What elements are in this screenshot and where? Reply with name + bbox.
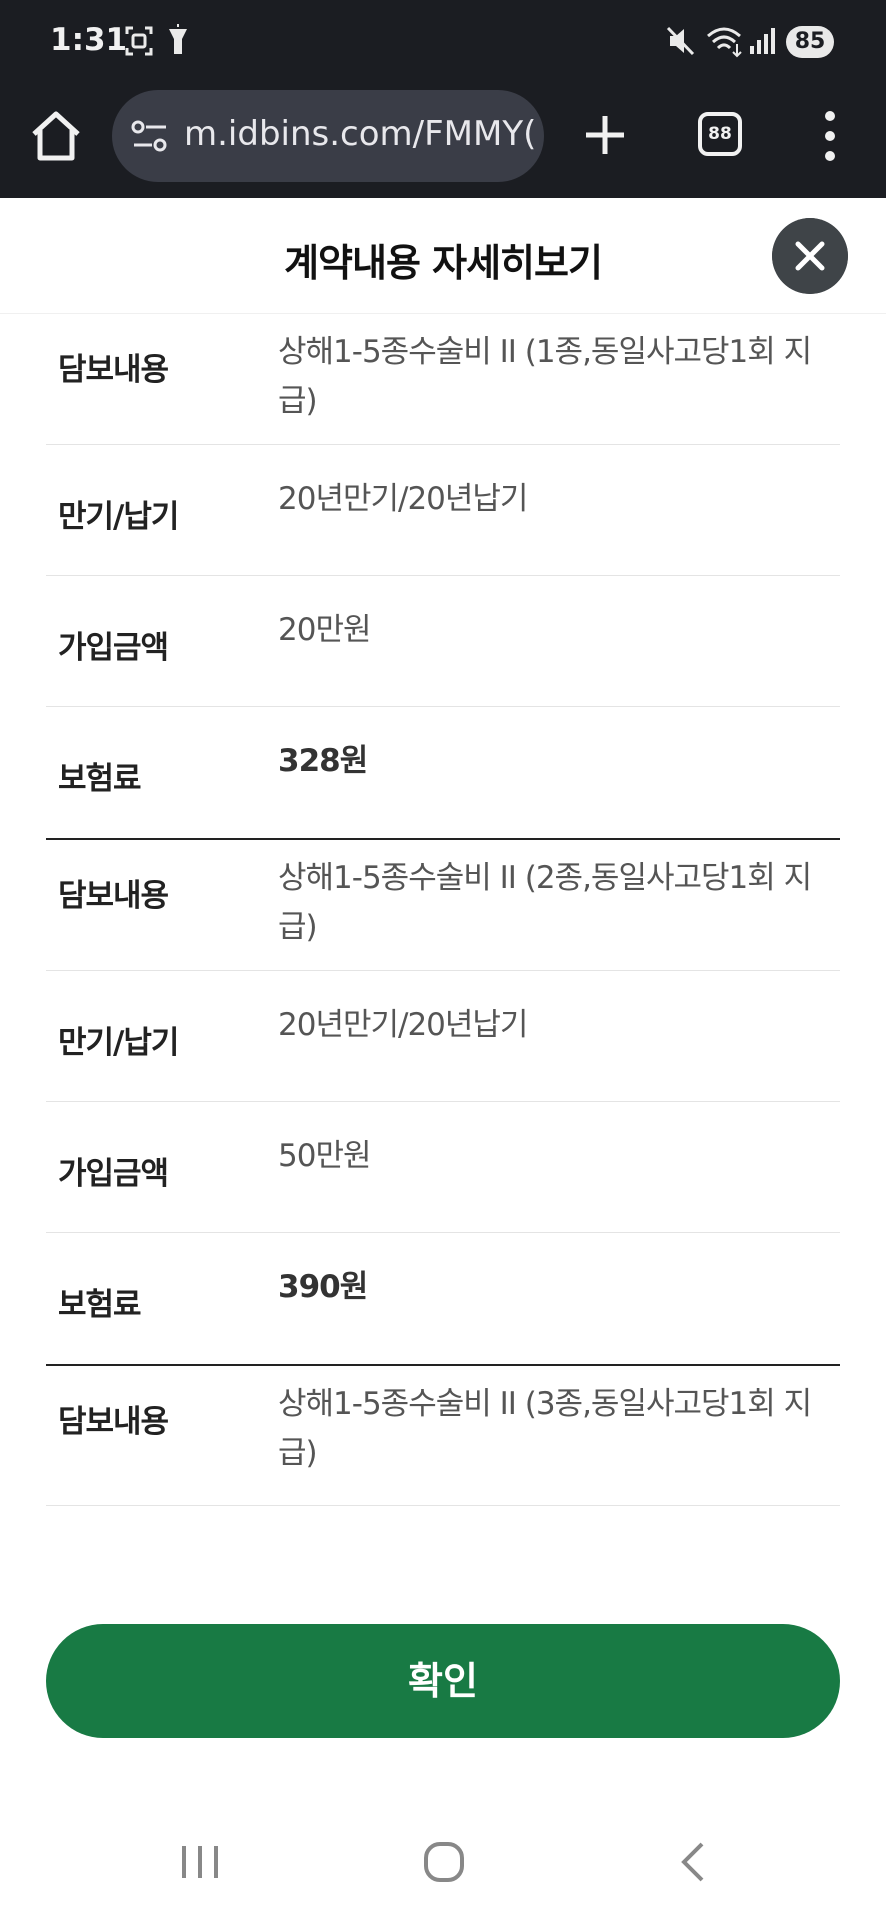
detail-row: 만기/납기 20년만기/20년납기 xyxy=(46,445,840,576)
more-vert-icon[interactable] xyxy=(818,106,842,166)
row-label: 가입금액 xyxy=(58,1156,169,1192)
detail-row: 담보내용 상해1-5종수술비 II (2종,동일사고당1회 지급) xyxy=(46,840,840,971)
back-icon[interactable] xyxy=(664,1838,724,1886)
row-value: 상해1-5종수술비 II (3종,동일사고당1회 지급) xyxy=(278,1386,812,1471)
flashlight-icon xyxy=(169,24,187,54)
row-value: 50만원 xyxy=(278,1138,372,1174)
row-value: 390원 xyxy=(278,1269,368,1305)
status-bar: 1:31 85 xyxy=(0,0,886,84)
row-label: 보험료 xyxy=(58,761,142,797)
mute-icon xyxy=(666,26,695,56)
row-value: 20년만기/20년납기 xyxy=(278,1007,528,1043)
detail-row: 가입금액 50만원 xyxy=(46,1102,840,1233)
plus-icon[interactable] xyxy=(580,110,630,160)
contract-detail-list[interactable]: 담보내용 상해1-5종수술비 II (1종,동일사고당1회 지급) 만기/납기 20년… xyxy=(46,314,840,1552)
signal-icon xyxy=(750,28,775,54)
modal-title: 계약내용 자세히보기 xyxy=(284,241,603,285)
row-label: 만기/납기 xyxy=(58,499,179,535)
browser-top-bar: 1:31 85 m.idbins.com/FMMY(88 xyxy=(0,0,886,198)
row-label: 담보내용 xyxy=(58,352,169,388)
wifi-icon xyxy=(707,27,742,58)
screenshot-icon xyxy=(125,26,153,56)
detail-row: 만기/납기 20년만기/20년납기 xyxy=(46,971,840,1102)
row-label: 담보내용 xyxy=(58,1404,169,1440)
url-text[interactable]: m.idbins.com/FMMY( xyxy=(184,114,536,154)
modal-header: 계약내용 자세히보기 xyxy=(0,198,886,314)
row-value: 20년만기/20년납기 xyxy=(278,481,528,517)
row-label: 보험료 xyxy=(58,1287,142,1323)
detail-row: 담보내용 상해1-5종수술비 II (1종,동일사고당1회 지급) xyxy=(46,314,840,445)
row-label: 가입금액 xyxy=(58,630,169,666)
url-bar[interactable]: m.idbins.com/FMMY( xyxy=(112,90,544,182)
row-label: 만기/납기 xyxy=(58,1025,179,1061)
detail-row: 보험료 390원 xyxy=(46,1233,840,1366)
detail-row: 보험료 328원 xyxy=(46,707,840,840)
recent-apps-icon[interactable] xyxy=(170,1838,230,1886)
tab-switcher-button[interactable]: 88 xyxy=(698,112,742,156)
row-value: 상해1-5종수술비 II (2종,동일사고당1회 지급) xyxy=(278,860,812,945)
row-label: 담보내용 xyxy=(58,878,169,914)
row-value: 상해1-5종수술비 II (1종,동일사고당1회 지급) xyxy=(278,334,812,419)
row-value: 328원 xyxy=(278,743,368,779)
browser-toolbar: m.idbins.com/FMMY( 88 xyxy=(0,84,886,198)
close-icon[interactable] xyxy=(772,218,848,294)
home-circle-icon[interactable] xyxy=(414,1838,474,1886)
tune-icon[interactable] xyxy=(130,118,170,154)
status-time: 1:31 xyxy=(50,22,128,58)
detail-row: 가입금액 20만원 xyxy=(46,576,840,707)
system-nav-bar xyxy=(0,1800,886,1920)
home-icon[interactable] xyxy=(28,108,84,164)
battery-indicator: 85 xyxy=(786,26,834,58)
row-value: 20만원 xyxy=(278,612,372,648)
detail-row: 담보내용 상해1-5종수술비 II (3종,동일사고당1회 지급) xyxy=(46,1366,840,1506)
confirm-button[interactable]: 확인 xyxy=(46,1624,840,1738)
